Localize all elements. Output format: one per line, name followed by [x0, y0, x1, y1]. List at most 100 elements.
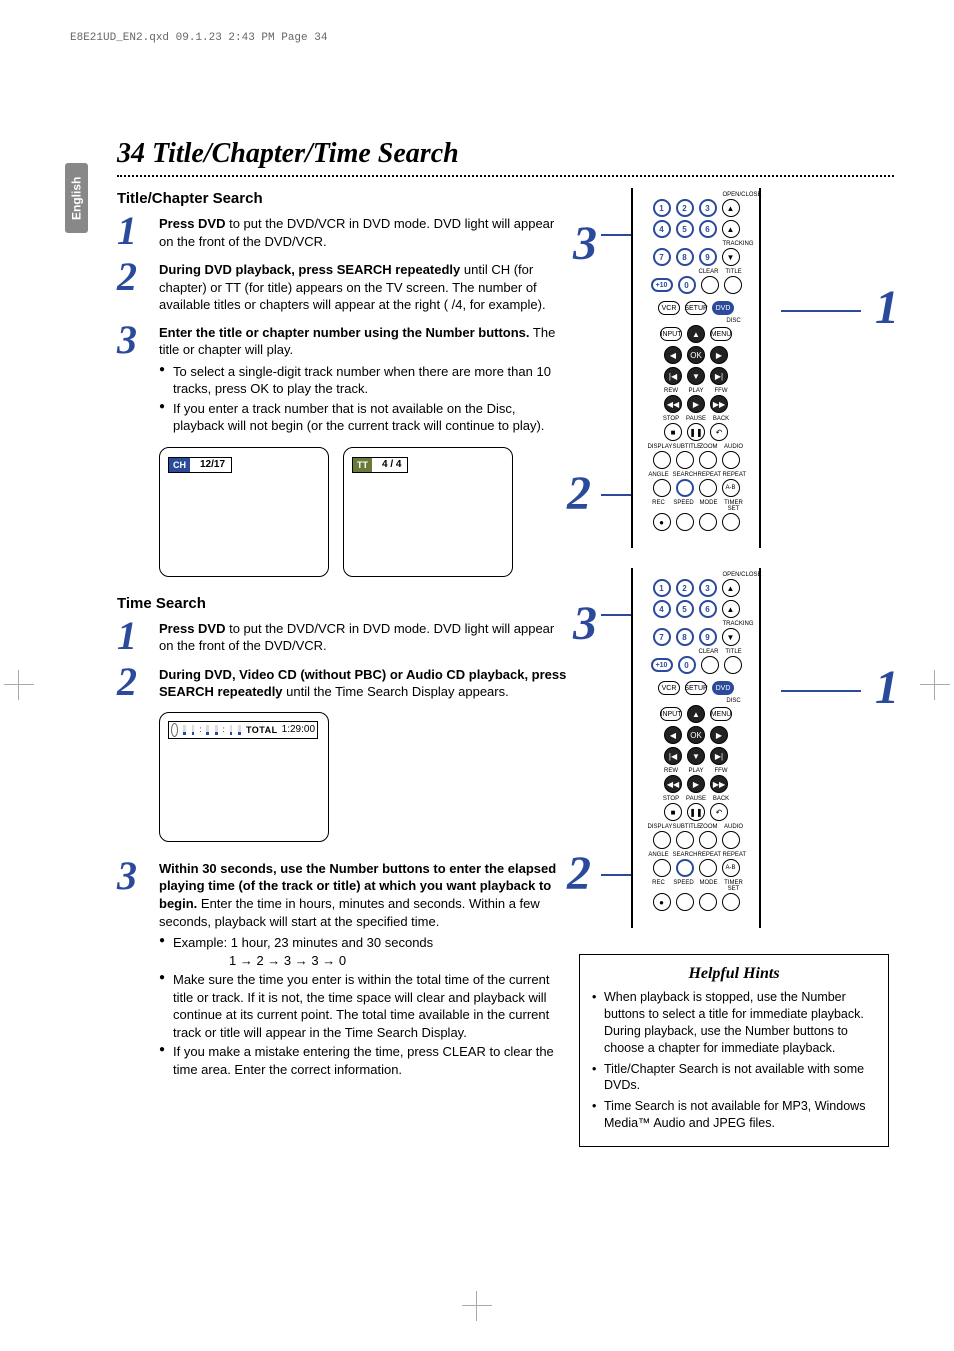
- remote-btn-7[interactable]: 7: [653, 248, 671, 266]
- remote-btn-2[interactable]: 2: [676, 199, 694, 217]
- remote-btn-rew[interactable]: ◀◀: [664, 395, 682, 413]
- remote-btn-repeat[interactable]: [699, 479, 717, 497]
- title-rule: [117, 175, 894, 177]
- remote-btn-eject[interactable]: ▲: [722, 199, 740, 217]
- remote-btn-8[interactable]: 8: [676, 628, 694, 646]
- remote-btn-repeat-ab[interactable]: A-B: [722, 479, 740, 497]
- remote-btn-pause[interactable]: ❚❚: [687, 423, 705, 441]
- remote-btn-down[interactable]: ▼: [687, 747, 705, 765]
- remote-btn-next[interactable]: ▶|: [710, 747, 728, 765]
- remote-btn-play[interactable]: ▶: [687, 775, 705, 793]
- remote-btn-prev[interactable]: |◀: [664, 367, 682, 385]
- remote-btn-vcr[interactable]: VCR: [658, 301, 680, 315]
- remote-btn-down[interactable]: ▼: [687, 367, 705, 385]
- remote-btn-plus10[interactable]: +10: [651, 278, 673, 292]
- remote-btn-repeat[interactable]: [699, 859, 717, 877]
- remote-btn-zoom[interactable]: [699, 451, 717, 469]
- remote-btn-0[interactable]: 0: [678, 276, 696, 294]
- osd-ch-value: 12/17: [194, 459, 231, 470]
- remote-btn-stop[interactable]: ■: [664, 423, 682, 441]
- remote-btn-clear[interactable]: [701, 656, 719, 674]
- remote-btn-display[interactable]: [653, 451, 671, 469]
- remote-btn-timer-set[interactable]: [722, 893, 740, 911]
- bullet-example: Example: 1 hour, 23 minutes and 30 secon…: [159, 934, 567, 969]
- remote-btn-2[interactable]: 2: [676, 579, 694, 597]
- remote-btn-right[interactable]: ▶: [710, 726, 728, 744]
- remote-btn-stop[interactable]: ■: [664, 803, 682, 821]
- remote-btn-ffw[interactable]: ▶▶: [710, 775, 728, 793]
- remote-btn-4[interactable]: 4: [653, 220, 671, 238]
- remote-btn-track-up[interactable]: ▲: [722, 600, 740, 618]
- remote-btn-plus10[interactable]: +10: [651, 658, 673, 672]
- remote-btn-ok[interactable]: OK: [687, 346, 705, 364]
- remote-btn-input[interactable]: INPUT: [660, 707, 682, 721]
- remote-btn-back[interactable]: ↶: [710, 803, 728, 821]
- remote-btn-audio[interactable]: [722, 451, 740, 469]
- remote-btn-speed[interactable]: [676, 893, 694, 911]
- remote-btn-angle[interactable]: [653, 859, 671, 877]
- remote-btn-search[interactable]: [676, 859, 694, 877]
- remote-btn-eject[interactable]: ▲: [722, 579, 740, 597]
- remote-btn-8[interactable]: 8: [676, 248, 694, 266]
- callout-1: 1: [875, 280, 899, 335]
- remote-btn-ok[interactable]: OK: [687, 726, 705, 744]
- remote-btn-repeat-ab[interactable]: A-B: [722, 859, 740, 877]
- remote-btn-1[interactable]: 1: [653, 199, 671, 217]
- remote-btn-timer-set[interactable]: [722, 513, 740, 531]
- remote-btn-6[interactable]: 6: [699, 220, 717, 238]
- remote-btn-title[interactable]: [724, 276, 742, 294]
- remote-btn-clear[interactable]: [701, 276, 719, 294]
- remote-btn-track-up[interactable]: ▲: [722, 220, 740, 238]
- remote-btn-0[interactable]: 0: [678, 656, 696, 674]
- remote-btn-subtitle[interactable]: [676, 451, 694, 469]
- remote-btn-up[interactable]: ▲: [687, 705, 705, 723]
- remote-btn-input[interactable]: INPUT: [660, 327, 682, 341]
- remote-btn-4[interactable]: 4: [653, 600, 671, 618]
- remote-btn-dvd[interactable]: DVD: [712, 301, 734, 315]
- remote-btn-mode[interactable]: [699, 513, 717, 531]
- remote-btn-9[interactable]: 9: [699, 628, 717, 646]
- remote-btn-ffw[interactable]: ▶▶: [710, 395, 728, 413]
- remote-btn-search[interactable]: [676, 479, 694, 497]
- remote-btn-track-down[interactable]: ▼: [722, 248, 740, 266]
- remote-btn-angle[interactable]: [653, 479, 671, 497]
- step-bold: During DVD playback, press SEARCH repeat…: [159, 262, 460, 277]
- remote-btn-1[interactable]: 1: [653, 579, 671, 597]
- remote-btn-setup[interactable]: SETUP: [685, 301, 707, 315]
- remote-btn-rew[interactable]: ◀◀: [664, 775, 682, 793]
- osd-ch: CH 12/17: [159, 447, 329, 577]
- remote-btn-menu[interactable]: MENU: [710, 327, 732, 341]
- remote-btn-3[interactable]: 3: [699, 579, 717, 597]
- remote-btn-9[interactable]: 9: [699, 248, 717, 266]
- remote-btn-right[interactable]: ▶: [710, 346, 728, 364]
- remote-btn-title[interactable]: [724, 656, 742, 674]
- remote-btn-display[interactable]: [653, 831, 671, 849]
- remote-btn-next[interactable]: ▶|: [710, 367, 728, 385]
- remote-btn-7[interactable]: 7: [653, 628, 671, 646]
- remote-btn-5[interactable]: 5: [676, 600, 694, 618]
- remote-btn-speed[interactable]: [676, 513, 694, 531]
- remote-btn-3[interactable]: 3: [699, 199, 717, 217]
- remote-btn-menu[interactable]: MENU: [710, 707, 732, 721]
- remote-btn-rec[interactable]: ●: [653, 893, 671, 911]
- remote-btn-pause[interactable]: ❚❚: [687, 803, 705, 821]
- remote-btn-5[interactable]: 5: [676, 220, 694, 238]
- remote-btn-left[interactable]: ◀: [664, 726, 682, 744]
- remote-btn-prev[interactable]: |◀: [664, 747, 682, 765]
- remote-btn-left[interactable]: ◀: [664, 346, 682, 364]
- remote-btn-vcr[interactable]: VCR: [658, 681, 680, 695]
- s1-step3: 3 Enter the title or chapter number usin…: [117, 324, 567, 437]
- remote-btn-track-down[interactable]: ▼: [722, 628, 740, 646]
- remote-btn-dvd[interactable]: DVD: [712, 681, 734, 695]
- remote-btn-subtitle[interactable]: [676, 831, 694, 849]
- remote-btn-mode[interactable]: [699, 893, 717, 911]
- remote-btn-setup[interactable]: SETUP: [685, 681, 707, 695]
- remote-btn-rec[interactable]: ●: [653, 513, 671, 531]
- remote-btn-zoom[interactable]: [699, 831, 717, 849]
- bullet: To select a single-digit track number wh…: [159, 363, 567, 398]
- remote-btn-back[interactable]: ↶: [710, 423, 728, 441]
- remote-btn-play[interactable]: ▶: [687, 395, 705, 413]
- remote-btn-audio[interactable]: [722, 831, 740, 849]
- remote-btn-6[interactable]: 6: [699, 600, 717, 618]
- remote-btn-up[interactable]: ▲: [687, 325, 705, 343]
